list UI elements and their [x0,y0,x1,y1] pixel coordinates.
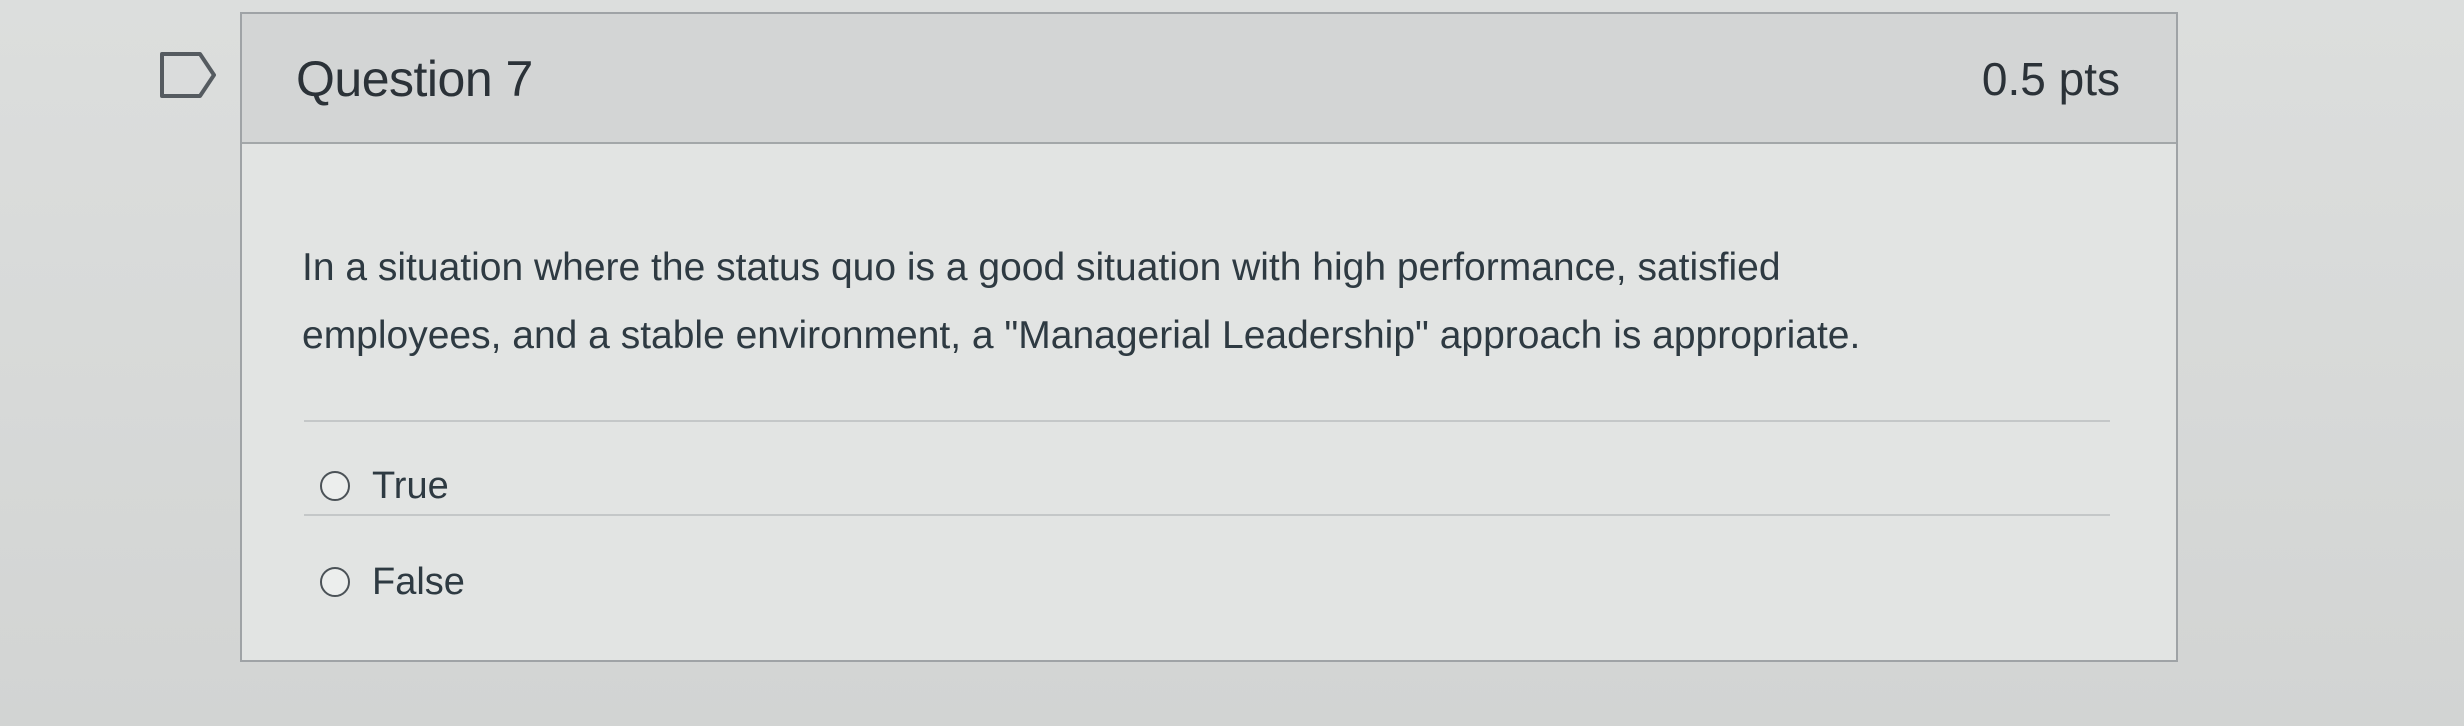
question-text-line: employees, and a stable environment, a "… [302,314,1861,357]
answer-option-true[interactable]: True [320,456,449,516]
question-header: Question 7 0.5 pts [242,14,2176,144]
radio-button[interactable] [320,567,350,597]
question-text-line: In a situation where the status quo is a… [302,246,1781,289]
question-text: In a situation where the status quo is a… [302,234,2082,370]
answer-label: False [372,560,465,603]
answer-divider [304,420,2110,422]
radio-button[interactable] [320,471,350,501]
question-card: Question 7 0.5 pts In a situation where … [240,12,2178,662]
answer-option-false[interactable]: False [320,552,465,612]
answer-divider [304,514,2110,516]
question-title: Question 7 [296,51,533,107]
question-points: 0.5 pts [1981,53,2120,105]
answer-label: True [372,464,449,507]
flag-icon[interactable] [160,52,216,98]
